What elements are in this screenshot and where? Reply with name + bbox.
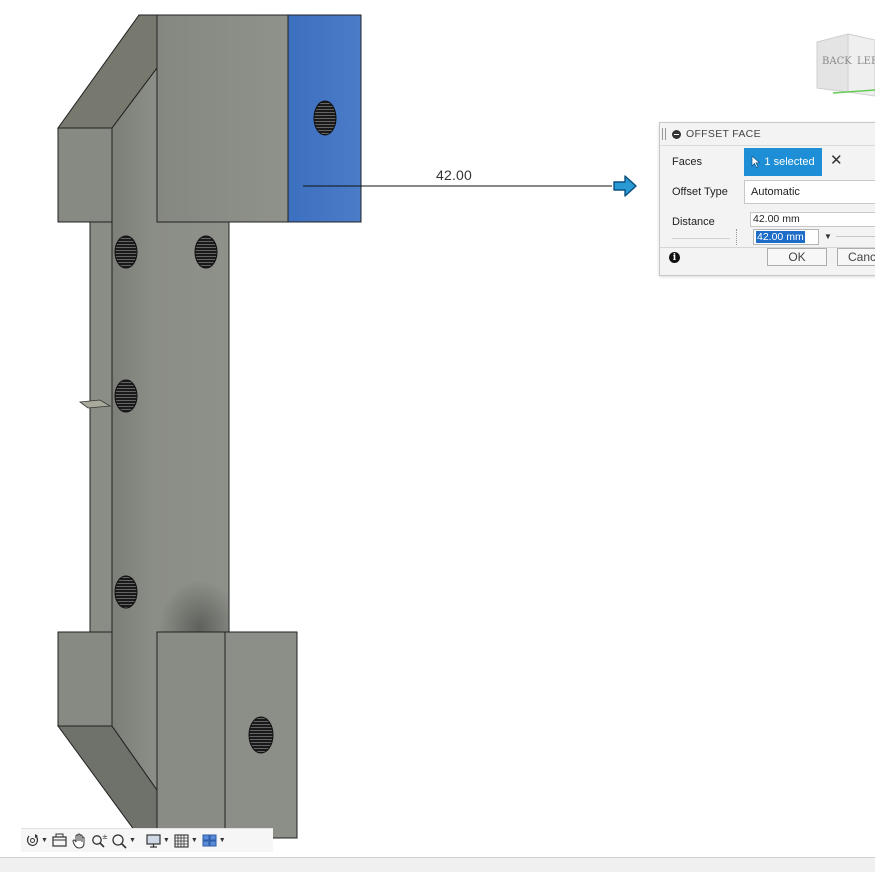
hole [248, 716, 274, 754]
fit-icon [112, 833, 127, 849]
offset-arrow-handle[interactable] [612, 175, 638, 202]
offset-face-dialog: OFFSET FACE Faces 1 selected ✕ Offset Ty… [659, 122, 875, 276]
svg-text:±: ± [102, 833, 108, 841]
left-strip-face [89, 221, 113, 633]
distance-label: Distance [672, 216, 715, 228]
chevron-down-icon[interactable]: ▼ [163, 837, 170, 844]
chevron-down-icon[interactable]: ▼ [219, 837, 226, 844]
faces-selection-button[interactable]: 1 selected [744, 148, 822, 176]
status-bar [0, 857, 875, 872]
display-settings-icon [146, 833, 161, 848]
navigation-toolbar: ▼ ± ▼ ▼ ▼ ▼ [21, 828, 273, 852]
top-block-face [156, 14, 289, 223]
dimension-value[interactable]: 42.00 [436, 167, 472, 183]
offset-type-select[interactable]: Automatic [744, 180, 875, 204]
dialog-title: OFFSET FACE [686, 128, 761, 140]
ok-button[interactable]: OK [767, 248, 827, 266]
hole [114, 235, 138, 269]
divider [736, 229, 739, 245]
look-at-icon [52, 833, 67, 847]
hole [114, 379, 138, 413]
faces-selection-label: 1 selected [764, 156, 815, 168]
viewcube-back-label[interactable]: BACK [822, 56, 852, 67]
zoom-tool[interactable]: ± [91, 831, 108, 851]
dropdown-arrow-icon[interactable]: ▼ [824, 232, 832, 241]
faces-label: Faces [672, 156, 702, 168]
pan-tool[interactable] [71, 831, 88, 851]
hole [114, 575, 138, 609]
offset-type-value: Automatic [751, 186, 800, 198]
chevron-down-icon[interactable]: ▼ [41, 837, 48, 844]
display-settings-tool[interactable]: ▼ [145, 831, 170, 851]
grid-settings-icon [174, 833, 189, 848]
info-icon[interactable]: i [669, 252, 680, 263]
distance-spin-input[interactable]: 42.00 mm [753, 229, 819, 245]
distance-spin-value: 42.00 mm [756, 231, 805, 243]
fit-tool[interactable]: ▼ [111, 831, 136, 851]
offset-type-label: Offset Type [672, 186, 728, 198]
chevron-down-icon[interactable]: ▼ [129, 837, 136, 844]
hole [313, 100, 337, 136]
distance-slider[interactable] [836, 236, 875, 237]
bottom-block-face [156, 631, 226, 839]
cancel-button[interactable]: Cancel [837, 248, 875, 266]
viewcube-left-label[interactable]: LEFT [857, 56, 875, 67]
distance-input[interactable]: 42.00 mm [750, 212, 875, 227]
divider [672, 238, 730, 239]
collapse-icon[interactable] [672, 129, 681, 139]
arrow-right-icon[interactable] [612, 175, 638, 197]
zoom-icon: ± [92, 833, 108, 848]
look-at-tool[interactable] [51, 831, 68, 851]
orbit-icon [26, 834, 39, 847]
dialog-header[interactable]: OFFSET FACE [660, 123, 875, 146]
pan-icon [72, 832, 85, 849]
clear-selection-icon[interactable]: ✕ [830, 153, 843, 169]
viewports-tool[interactable]: ▼ [201, 831, 226, 851]
hole [194, 235, 218, 269]
viewports-icon [202, 834, 217, 846]
chevron-down-icon[interactable]: ▼ [191, 837, 198, 844]
cursor-arrow-icon [752, 156, 761, 168]
orbit-tool[interactable]: ▼ [25, 831, 48, 851]
drag-handle-icon[interactable] [662, 128, 666, 140]
grid-settings-tool[interactable]: ▼ [173, 831, 198, 851]
